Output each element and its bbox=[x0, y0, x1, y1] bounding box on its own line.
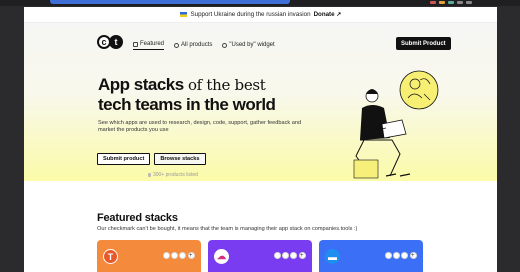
donate-link[interactable]: Donate ↗ bbox=[314, 11, 342, 18]
nav-used-by-widget[interactable]: "Used by" widget bbox=[222, 40, 275, 50]
extension-icons bbox=[430, 1, 490, 4]
announcement-bar: Support Ukraine during the russian invas… bbox=[24, 7, 497, 23]
browse-stacks-button[interactable]: Browse stacks bbox=[154, 153, 206, 165]
extension-icon[interactable] bbox=[448, 1, 454, 4]
products-count: 300+ products listed bbox=[148, 172, 198, 178]
hero-title-line2: tech teams in the world bbox=[98, 95, 276, 114]
app-icon bbox=[290, 252, 297, 259]
app-icon bbox=[401, 252, 408, 259]
app-icon bbox=[179, 252, 186, 259]
submit-product-button[interactable]: Submit Product bbox=[396, 37, 451, 50]
stack-card[interactable]: T + bbox=[97, 240, 201, 272]
nav-links: Featured All products "Used by" widget bbox=[133, 40, 275, 50]
nav-all-products-label: All products bbox=[181, 42, 213, 48]
app-icon bbox=[171, 252, 178, 259]
top-nav: c t Featured All products "Used by" widg… bbox=[24, 23, 497, 61]
app-icon bbox=[282, 252, 289, 259]
browser-frame: Support Ukraine during the russian invas… bbox=[0, 0, 520, 272]
plus-circle-icon bbox=[174, 42, 180, 48]
app-icons: + bbox=[274, 252, 306, 259]
hero-title-strong: App stacks bbox=[98, 75, 184, 94]
address-bar[interactable] bbox=[50, 0, 290, 4]
app-icon bbox=[393, 252, 400, 259]
more-apps-icon: + bbox=[299, 252, 306, 259]
featured-stacks-subtitle: Our checkmark can't be bought, it means … bbox=[97, 226, 358, 232]
bulb-icon bbox=[148, 173, 151, 177]
app-icon bbox=[385, 252, 392, 259]
company-logo: ▬ bbox=[325, 249, 340, 264]
logo-letter-t: t bbox=[109, 35, 123, 49]
more-apps-icon: + bbox=[410, 252, 417, 259]
grid-icon bbox=[133, 41, 138, 47]
extension-icon[interactable] bbox=[439, 1, 445, 4]
stack-card[interactable]: ☁ + bbox=[208, 240, 312, 272]
ukraine-flag-icon bbox=[179, 12, 187, 17]
hero-title: App stacks of the best tech teams in the… bbox=[98, 75, 328, 114]
app-icon bbox=[163, 252, 170, 259]
app-icons: + bbox=[163, 252, 195, 259]
company-logo: ☁ bbox=[214, 249, 229, 264]
nav-used-by-label: "Used by" widget bbox=[229, 42, 275, 48]
more-apps-icon: + bbox=[188, 252, 195, 259]
extension-icon[interactable] bbox=[430, 1, 436, 4]
app-icon bbox=[274, 252, 281, 259]
hero-description: See which apps are used to research, des… bbox=[98, 120, 302, 133]
page-viewport: Support Ukraine during the russian invas… bbox=[24, 7, 497, 272]
featured-stacks-title: Featured stacks bbox=[97, 212, 178, 224]
products-count-label: 300+ products listed bbox=[153, 172, 198, 178]
hero-title-accent: of the best bbox=[187, 76, 266, 94]
nav-all-products[interactable]: All products bbox=[174, 40, 212, 50]
stack-card[interactable]: ▬ + bbox=[319, 240, 423, 272]
hero-buttons: Submit product Browse stacks bbox=[97, 153, 206, 165]
app-icons: + bbox=[385, 252, 417, 259]
hero-section: c t Featured All products "Used by" widg… bbox=[24, 23, 497, 181]
nav-featured-label: Featured bbox=[140, 41, 165, 47]
person-with-laptop-illustration bbox=[353, 70, 439, 179]
extension-icon[interactable] bbox=[466, 1, 472, 4]
nav-featured[interactable]: Featured bbox=[133, 40, 165, 50]
hero-submit-product-button[interactable]: Submit product bbox=[97, 153, 151, 165]
browser-toolbar bbox=[0, 0, 520, 6]
site-logo[interactable]: c t bbox=[97, 35, 123, 49]
extension-icon[interactable] bbox=[457, 1, 463, 4]
company-logo: T bbox=[103, 249, 118, 264]
widget-icon bbox=[222, 42, 228, 48]
announcement-text: Support Ukraine during the russian invas… bbox=[190, 11, 311, 18]
